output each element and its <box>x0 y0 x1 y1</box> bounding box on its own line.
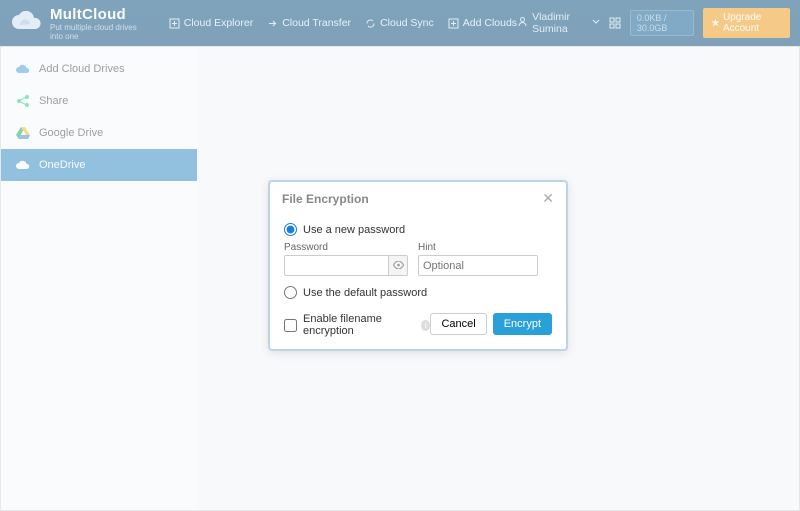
filename-encryption-checkbox[interactable] <box>284 319 297 332</box>
info-icon[interactable]: i <box>421 320 430 331</box>
radio-default-password-input[interactable] <box>284 286 297 299</box>
enable-filename-encryption[interactable]: Enable filename encryption i <box>284 313 430 337</box>
radio-default-password[interactable]: Use the default password <box>284 286 552 299</box>
password-input[interactable] <box>284 255 388 276</box>
radio-label: Use the default password <box>303 287 427 299</box>
close-icon[interactable]: ✕ <box>542 190 554 207</box>
modal-title: File Encryption <box>282 192 369 206</box>
eye-icon <box>393 260 404 272</box>
hint-label: Hint <box>418 242 538 253</box>
hint-input[interactable] <box>418 255 538 276</box>
radio-new-password[interactable]: Use a new password <box>284 223 552 236</box>
password-visibility-toggle[interactable] <box>388 255 408 276</box>
radio-new-password-input[interactable] <box>284 223 297 236</box>
radio-label: Use a new password <box>303 224 405 236</box>
file-encryption-modal: File Encryption ✕ Use a new password Pas… <box>268 180 568 351</box>
checkbox-label: Enable filename encryption <box>303 313 415 337</box>
encrypt-button[interactable]: Encrypt <box>493 313 552 335</box>
cancel-button[interactable]: Cancel <box>430 313 486 335</box>
password-label: Password <box>284 242 408 253</box>
